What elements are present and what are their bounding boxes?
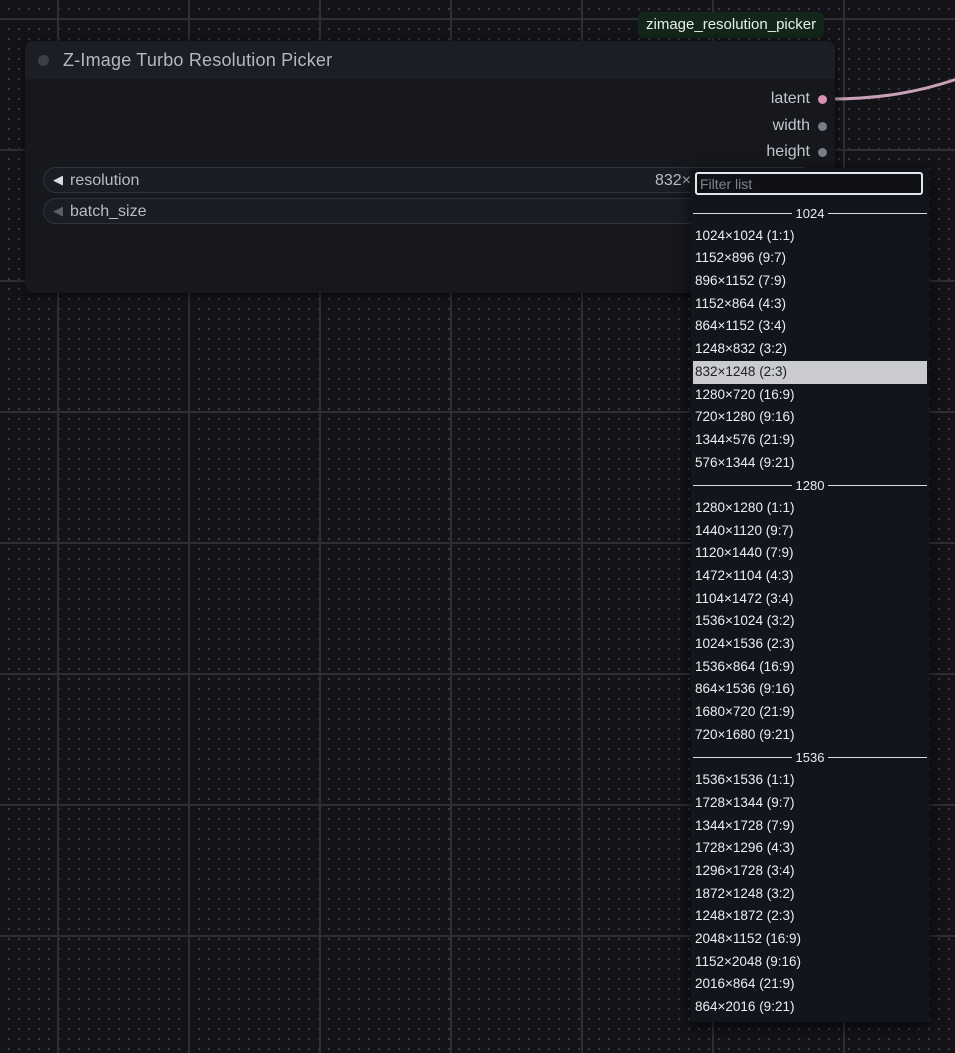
height-slot-dot-icon[interactable]	[818, 147, 827, 157]
dropdown-option[interactable]: 864×1152 (3:4)	[693, 315, 927, 338]
dropdown-list: 1024 1024×1024 (1:1) 1152×896 (9:7) 896×115…	[693, 202, 927, 1019]
filter-list-input[interactable]	[695, 172, 923, 195]
output-label: height	[766, 143, 810, 160]
dropdown-option[interactable]: 1248×832 (3:2)	[693, 338, 927, 361]
group-header-label: 1280	[795, 478, 825, 494]
dropdown-option[interactable]: 720×1280 (9:16)	[693, 406, 927, 429]
dropdown-option[interactable]: 720×1680 (9:21)	[693, 724, 927, 747]
left-arrow-icon[interactable]: ◀	[53, 172, 63, 188]
group-header-label: 1536	[795, 750, 825, 766]
dropdown-option[interactable]: 1872×1248 (3:2)	[693, 883, 927, 906]
dropdown-option[interactable]: 864×1536 (9:16)	[693, 678, 927, 701]
dropdown-option[interactable]: 2048×1152 (16:9)	[693, 928, 927, 951]
dropdown-option[interactable]: 1536×1024 (3:2)	[693, 610, 927, 633]
dropdown-option[interactable]: 864×2016 (9:21)	[693, 996, 927, 1019]
widget-value: 832×	[655, 172, 692, 189]
dropdown-option[interactable]: 1152×864 (4:3)	[693, 293, 927, 316]
resolution-dropdown-menu[interactable]: 1024 1024×1024 (1:1)1152×896 (9:7)896×115…	[691, 168, 929, 1022]
dropdown-option[interactable]: 1728×1344 (9:7)	[693, 792, 927, 815]
group-header: 1536	[693, 747, 927, 770]
output-label: width	[772, 117, 810, 134]
widget-label: resolution	[70, 172, 140, 189]
dropdown-option[interactable]: 576×1344 (9:21)	[693, 452, 927, 475]
dropdown-option[interactable]: 832×1248 (2:3)	[693, 360, 927, 384]
output-slot-latent[interactable]: latent	[771, 89, 827, 109]
node-id-badge: zimage_resolution_picker	[638, 12, 825, 38]
node-header[interactable]: Z-Image Turbo Resolution Picker	[25, 41, 835, 79]
dropdown-option[interactable]: 896×1152 (7:9)	[693, 270, 927, 293]
node-title: Z-Image Turbo Resolution Picker	[63, 50, 333, 70]
dropdown-option[interactable]: 1536×864 (16:9)	[693, 656, 927, 679]
dropdown-option[interactable]: 1024×1024 (1:1)	[693, 225, 927, 248]
dropdown-option[interactable]: 1024×1536 (2:3)	[693, 633, 927, 656]
width-slot-dot-icon[interactable]	[818, 121, 827, 131]
dropdown-option[interactable]: 1104×1472 (3:4)	[693, 588, 927, 611]
widget-label: batch_size	[70, 203, 147, 220]
group-header-label: 1024	[795, 205, 825, 221]
output-slot-width[interactable]: width	[773, 116, 827, 136]
dropdown-option[interactable]: 1152×896 (9:7)	[693, 247, 927, 270]
dropdown-option[interactable]: 1728×1296 (4:3)	[693, 837, 927, 860]
group-header: 1280	[693, 474, 927, 497]
left-arrow-icon[interactable]: ◀	[53, 203, 63, 219]
collapse-dot-icon[interactable]	[38, 55, 49, 66]
dropdown-option[interactable]: 1344×576 (21:9)	[693, 429, 927, 452]
output-slot-height[interactable]: height	[766, 142, 827, 162]
dropdown-option[interactable]: 1248×1872 (2:3)	[693, 905, 927, 928]
dropdown-option[interactable]: 1152×2048 (9:16)	[693, 951, 927, 974]
dropdown-option[interactable]: 1344×1728 (7:9)	[693, 815, 927, 838]
dropdown-option[interactable]: 1536×1536 (1:1)	[693, 769, 927, 792]
dropdown-option[interactable]: 1472×1104 (4:3)	[693, 565, 927, 588]
dropdown-option[interactable]: 1280×1280 (1:1)	[693, 497, 927, 520]
dropdown-option[interactable]: 1440×1120 (9:7)	[693, 520, 927, 543]
group-header: 1024	[693, 202, 927, 225]
output-label: latent	[770, 90, 810, 107]
dropdown-option[interactable]: 1120×1440 (7:9)	[693, 542, 927, 565]
dropdown-option[interactable]: 1680×720 (21:9)	[693, 701, 927, 724]
latent-slot-dot-icon[interactable]	[818, 94, 827, 104]
dropdown-option[interactable]: 1280×720 (16:9)	[693, 384, 927, 407]
dropdown-option[interactable]: 1296×1728 (3:4)	[693, 860, 927, 883]
dropdown-option[interactable]: 2016×864 (21:9)	[693, 973, 927, 996]
